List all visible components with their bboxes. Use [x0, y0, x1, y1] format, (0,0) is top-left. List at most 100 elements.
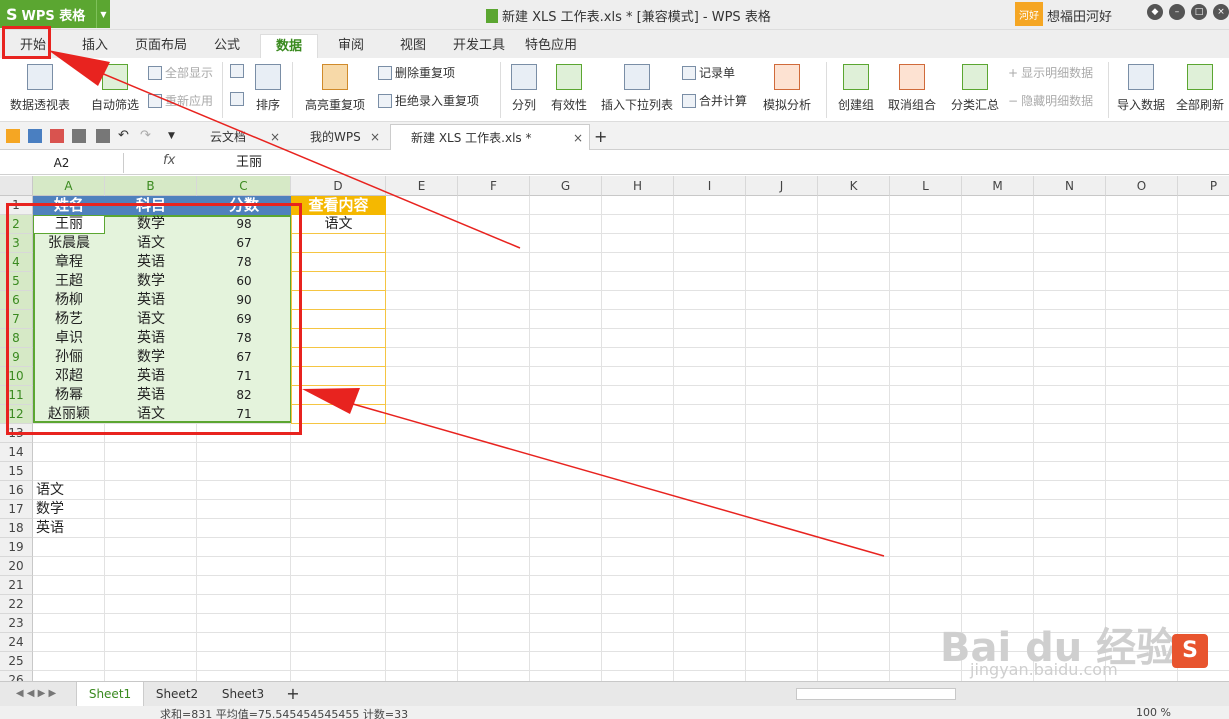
zoom-level[interactable]: 100 %: [1136, 706, 1171, 719]
column-header-i[interactable]: I: [674, 176, 746, 196]
list-item[interactable]: 语文: [36, 481, 64, 500]
tab-my-wps[interactable]: 我的WPS ×: [290, 124, 386, 150]
reapply-button[interactable]: 重新应用: [148, 92, 213, 109]
row-header-20[interactable]: 20: [0, 557, 33, 576]
lookup-column-cell[interactable]: [291, 253, 386, 272]
tab-formulas[interactable]: 公式: [202, 34, 252, 58]
customize-toolbar-icon[interactable]: ▼: [168, 129, 182, 143]
refresh-all-button[interactable]: 全部刷新: [1172, 64, 1228, 113]
sort-descending-button[interactable]: [230, 92, 244, 106]
column-header-n[interactable]: N: [1034, 176, 1106, 196]
row-header-17[interactable]: 17: [0, 500, 33, 519]
undo-icon[interactable]: ↶: [118, 129, 132, 143]
sogou-ime-icon[interactable]: S: [1172, 634, 1208, 668]
pivot-table-button[interactable]: 数据透视表: [8, 64, 72, 113]
tab-page-layout[interactable]: 页面布局: [130, 34, 192, 58]
maximize-icon[interactable]: □: [1191, 4, 1207, 20]
autofilter-button[interactable]: 自动筛选: [88, 64, 142, 113]
hide-detail-button[interactable]: − 隐藏明细数据: [1008, 92, 1093, 109]
tab-cloud-docs[interactable]: 云文档 ×: [190, 124, 286, 150]
row-header-19[interactable]: 19: [0, 538, 33, 557]
column-header-f[interactable]: F: [458, 176, 530, 196]
close-icon[interactable]: ×: [270, 124, 280, 150]
new-tab-button[interactable]: +: [590, 124, 614, 150]
lookup-column-cell[interactable]: [291, 291, 386, 310]
fx-icon[interactable]: fx: [163, 153, 175, 168]
text-to-columns-button[interactable]: 分列: [506, 64, 542, 113]
show-all-button[interactable]: 全部显示: [148, 64, 213, 81]
sheet-nav-arrows[interactable]: ◀ ◀ ▶ ▶: [6, 682, 66, 706]
tab-data[interactable]: 数据: [260, 34, 318, 58]
row-header-22[interactable]: 22: [0, 595, 33, 614]
close-icon[interactable]: ×: [1213, 4, 1229, 20]
column-header-m[interactable]: M: [962, 176, 1034, 196]
row-header-25[interactable]: 25: [0, 652, 33, 671]
tab-review[interactable]: 审阅: [328, 34, 374, 58]
row-header-24[interactable]: 24: [0, 633, 33, 652]
lookup-column-cell[interactable]: [291, 348, 386, 367]
remove-duplicates-button[interactable]: 删除重复项: [378, 64, 455, 81]
close-icon[interactable]: ×: [370, 124, 380, 150]
lookup-column-cell[interactable]: [291, 386, 386, 405]
sheet-tab-sheet3[interactable]: Sheet3: [212, 682, 274, 706]
lookup-column-cell[interactable]: [291, 272, 386, 291]
lookup-column-cell[interactable]: [291, 234, 386, 253]
column-header-g[interactable]: G: [530, 176, 602, 196]
chevron-down-icon[interactable]: ▼: [96, 0, 110, 28]
open-icon[interactable]: [6, 129, 20, 143]
lookup-column-cell[interactable]: [291, 367, 386, 386]
tab-developer[interactable]: 开发工具: [448, 34, 510, 58]
ungroup-button[interactable]: 取消组合: [882, 64, 942, 113]
pdf-icon[interactable]: [50, 129, 64, 143]
lookup-column-cell[interactable]: [291, 310, 386, 329]
add-sheet-button[interactable]: +: [280, 682, 306, 706]
import-data-button[interactable]: 导入数据: [1114, 64, 1168, 113]
sort-ascending-button[interactable]: [230, 64, 244, 78]
show-detail-button[interactable]: + 显示明细数据: [1008, 64, 1093, 81]
column-header-b[interactable]: B: [105, 176, 197, 196]
print-preview-icon[interactable]: [96, 129, 110, 143]
tab-special[interactable]: 特色应用: [520, 34, 582, 58]
formula-input[interactable]: 王丽: [236, 153, 262, 173]
column-header-l[interactable]: L: [890, 176, 962, 196]
lookup-header-cell[interactable]: 查看内容: [291, 196, 386, 215]
subtotal-button[interactable]: 分类汇总: [948, 64, 1002, 113]
column-header-p[interactable]: P: [1178, 176, 1229, 196]
lookup-column-cell[interactable]: [291, 405, 386, 424]
horizontal-scrollbar[interactable]: [796, 688, 956, 700]
skin-icon[interactable]: ◆: [1147, 4, 1163, 20]
lookup-column-cell[interactable]: [291, 329, 386, 348]
column-header-j[interactable]: J: [746, 176, 818, 196]
create-group-button[interactable]: 创建组: [834, 64, 878, 113]
column-header-k[interactable]: K: [818, 176, 890, 196]
print-icon[interactable]: [72, 129, 86, 143]
tab-current-workbook[interactable]: 新建 XLS 工作表.xls * ×: [390, 124, 590, 150]
sheet-tab-sheet1[interactable]: Sheet1: [76, 682, 144, 706]
redo-icon[interactable]: ↷: [140, 129, 154, 143]
minimize-icon[interactable]: –: [1169, 4, 1185, 20]
name-box[interactable]: A2: [0, 153, 124, 173]
row-header-23[interactable]: 23: [0, 614, 33, 633]
column-header-h[interactable]: H: [602, 176, 674, 196]
row-header-21[interactable]: 21: [0, 576, 33, 595]
tab-view[interactable]: 视图: [390, 34, 436, 58]
what-if-analysis-button[interactable]: 模拟分析: [756, 64, 818, 113]
close-icon[interactable]: ×: [573, 125, 583, 151]
sort-button[interactable]: 排序: [252, 64, 284, 113]
lookup-column-cell[interactable]: [291, 215, 386, 234]
highlight-duplicates-button[interactable]: 高亮重复项: [298, 64, 372, 113]
column-header-e[interactable]: E: [386, 176, 458, 196]
save-icon[interactable]: [28, 129, 42, 143]
consolidate-button[interactable]: 合并计算: [682, 92, 747, 109]
insert-dropdown-list-button[interactable]: 插入下拉列表: [600, 64, 674, 113]
row-header-16[interactable]: 16: [0, 481, 33, 500]
column-header-a[interactable]: A: [33, 176, 105, 196]
data-form-button[interactable]: 记录单: [682, 64, 735, 81]
wps-app-menu-button[interactable]: S WPS 表格 ▼: [0, 0, 110, 28]
row-header-26[interactable]: 26: [0, 671, 33, 681]
row-header-15[interactable]: 15: [0, 462, 33, 481]
user-avatar[interactable]: 河好: [1015, 2, 1043, 26]
reject-duplicates-button[interactable]: 拒绝录入重复项: [378, 92, 479, 109]
column-header-c[interactable]: C: [197, 176, 291, 196]
column-header-d[interactable]: D: [291, 176, 386, 196]
